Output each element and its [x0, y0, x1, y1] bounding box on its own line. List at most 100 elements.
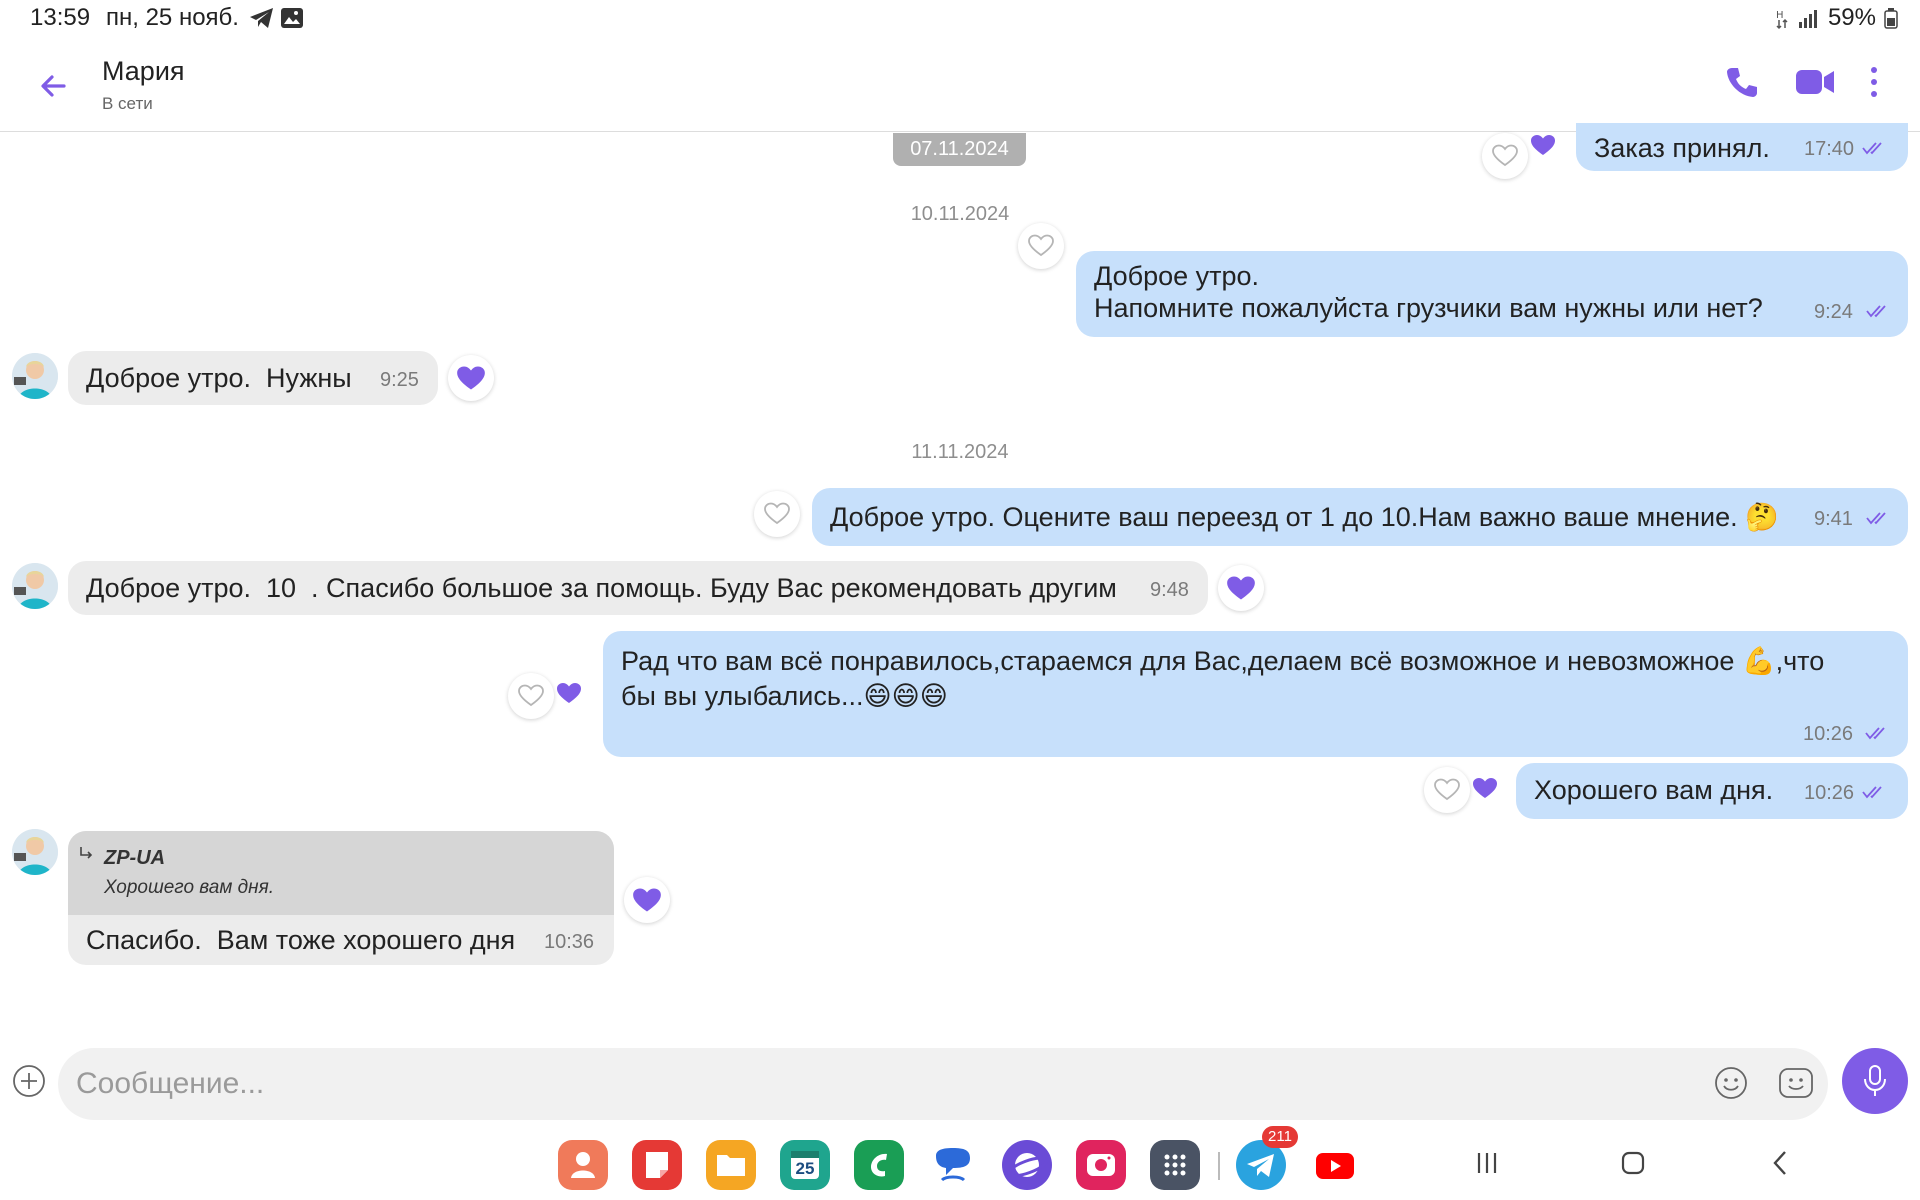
avatar-image [12, 563, 58, 609]
message-text: Доброе утро. 10 . Спасибо большое за пом… [86, 573, 1117, 603]
message-bubble-incoming[interactable]: Доброе утро. Нужны 9:25 [68, 351, 438, 405]
reaction-button[interactable] [754, 491, 800, 537]
message-bubble-outgoing[interactable]: Заказ принял. 17:40 [1576, 123, 1908, 171]
apps-grid-icon[interactable] [1150, 1140, 1200, 1190]
contact-name[interactable]: Мария [102, 56, 185, 87]
message-text: Доброе утро. Оцените ваш переезд от 1 до… [830, 502, 1779, 532]
contacts-app-icon[interactable] [558, 1140, 608, 1190]
heart-filled-icon [1531, 135, 1555, 155]
telegram-unread-badge: 211 [1262, 1126, 1298, 1148]
status-right: H 59% [1776, 4, 1898, 32]
dock-divider [1218, 1152, 1220, 1180]
grid-icon [1164, 1154, 1186, 1176]
message-time: 9:48 [1150, 579, 1189, 601]
signal-icon [1798, 10, 1817, 28]
message-time: 10:26 [1804, 782, 1855, 804]
message-bubble-outgoing[interactable]: Доброе утро. Напомните пожалуйста грузчи… [1076, 251, 1908, 337]
message-time: 9:25 [380, 369, 419, 391]
message-text-line1: Доброе утро. [1094, 261, 1260, 291]
recent-apps-icon[interactable] [1472, 1148, 1502, 1178]
message-bubble-incoming-reply[interactable]: ZP-UA Хорошего вам дня. Спасибо. Вам тож… [68, 831, 614, 965]
youtube-app-icon[interactable] [1310, 1140, 1360, 1190]
reaction-heart[interactable] [448, 355, 494, 401]
reaction-button[interactable] [508, 673, 554, 719]
reaction-button[interactable] [1424, 767, 1470, 813]
folder-icon [717, 1155, 745, 1176]
read-ticks-icon [1862, 786, 1882, 799]
quoted-message[interactable]: ZP-UA Хорошего вам дня. [68, 831, 614, 915]
heart-outline-icon [1434, 778, 1460, 801]
read-ticks-icon [1866, 305, 1886, 318]
contact-avatar[interactable] [12, 353, 58, 399]
heart-outline-icon [764, 502, 790, 525]
message-text-line2: бы вы улыбались...😄😄😄 [621, 681, 948, 711]
message-bubble-outgoing[interactable]: Рад что вам всё понравилось,стараемся дл… [603, 631, 1908, 757]
phone-icon [871, 1153, 887, 1177]
message-time: 9:24 [1814, 301, 1853, 323]
heart-filled-icon [633, 888, 661, 912]
heart-filled-icon [1227, 576, 1255, 600]
microphone-icon [1864, 1065, 1886, 1096]
contact-status: В сети [102, 94, 153, 113]
message-time: 17:40 [1804, 138, 1855, 160]
heart-filled-icon [557, 683, 581, 703]
message-text: Доброе утро. Нужны [86, 363, 352, 393]
camera-app-icon[interactable] [1076, 1140, 1126, 1190]
calendar-day: 25 [795, 1159, 815, 1178]
message-bubble-outgoing[interactable]: Доброе утро. Оцените ваш переезд от 1 до… [812, 488, 1908, 546]
battery-icon [1884, 8, 1898, 29]
read-ticks-icon [1862, 142, 1882, 155]
browser-app-icon[interactable] [1002, 1140, 1052, 1190]
battery-percent: 59% [1827, 4, 1876, 31]
phone-call-icon[interactable] [1724, 64, 1760, 100]
video-call-icon[interactable] [1794, 64, 1836, 100]
chat-header: Мария В сети [0, 36, 1920, 132]
read-ticks-icon [1866, 512, 1886, 525]
heart-outline-icon [1028, 234, 1054, 257]
quote-text: Хорошего вам дня. [104, 877, 275, 898]
message-time: 10:26 [1803, 723, 1854, 745]
home-icon[interactable] [1618, 1148, 1648, 1178]
reaction-button[interactable] [1018, 223, 1064, 269]
message-time: 10:36 [544, 931, 595, 953]
nav-back-icon[interactable] [1766, 1148, 1796, 1178]
phone-app-icon[interactable] [854, 1140, 904, 1190]
contact-avatar[interactable] [12, 563, 58, 609]
more-options-icon[interactable] [1866, 64, 1882, 100]
sticker-icon[interactable] [1778, 1066, 1814, 1100]
person-icon [571, 1152, 595, 1178]
note-icon [646, 1152, 668, 1178]
add-attachment-icon[interactable] [12, 1064, 46, 1098]
reaction-button[interactable] [1482, 133, 1528, 179]
emoji-icon[interactable] [1714, 1066, 1748, 1100]
svg-text:H: H [1776, 10, 1784, 21]
camera-icon [1087, 1154, 1115, 1176]
message-bubble-outgoing[interactable]: Хорошего вам дня. 10:26 [1516, 763, 1908, 819]
message-bubble-incoming[interactable]: Доброе утро. 10 . Спасибо большое за пом… [68, 561, 1208, 615]
taskbar: 25 211 [0, 1126, 1920, 1200]
date-pill: 07.11.2024 [893, 133, 1026, 166]
avatar-image [12, 353, 58, 399]
avatar-image [12, 829, 58, 875]
messages-app-icon[interactable] [928, 1140, 978, 1190]
heart-outline-icon [1492, 144, 1518, 167]
contact-avatar[interactable] [12, 829, 58, 875]
calendar-app-icon[interactable]: 25 [780, 1140, 830, 1190]
reaction-heart[interactable] [1218, 565, 1264, 611]
notes-app-icon[interactable] [632, 1140, 682, 1190]
status-bar: 13:59 пн, 25 нояб. H 59% [0, 0, 1920, 36]
status-time: 13:59 [30, 4, 91, 31]
files-app-icon[interactable] [706, 1140, 756, 1190]
voice-message-button[interactable] [1842, 1048, 1908, 1114]
chat-bubble-icon [936, 1148, 970, 1182]
message-input[interactable] [58, 1048, 1828, 1120]
reply-arrow-icon [80, 847, 93, 859]
reaction-heart[interactable] [624, 877, 670, 923]
message-text: Хорошего вам дня. [1534, 775, 1774, 805]
heart-filled-icon [457, 366, 485, 390]
date-separator: 10.11.2024 [910, 203, 1010, 225]
youtube-play-icon [1316, 1153, 1354, 1179]
status-date: пн, 25 нояб. [106, 4, 239, 31]
chat-messages[interactable]: 07.11.2024 Заказ принял. 17:40 10.11.202… [0, 123, 1920, 1023]
back-arrow-icon[interactable] [34, 66, 74, 106]
